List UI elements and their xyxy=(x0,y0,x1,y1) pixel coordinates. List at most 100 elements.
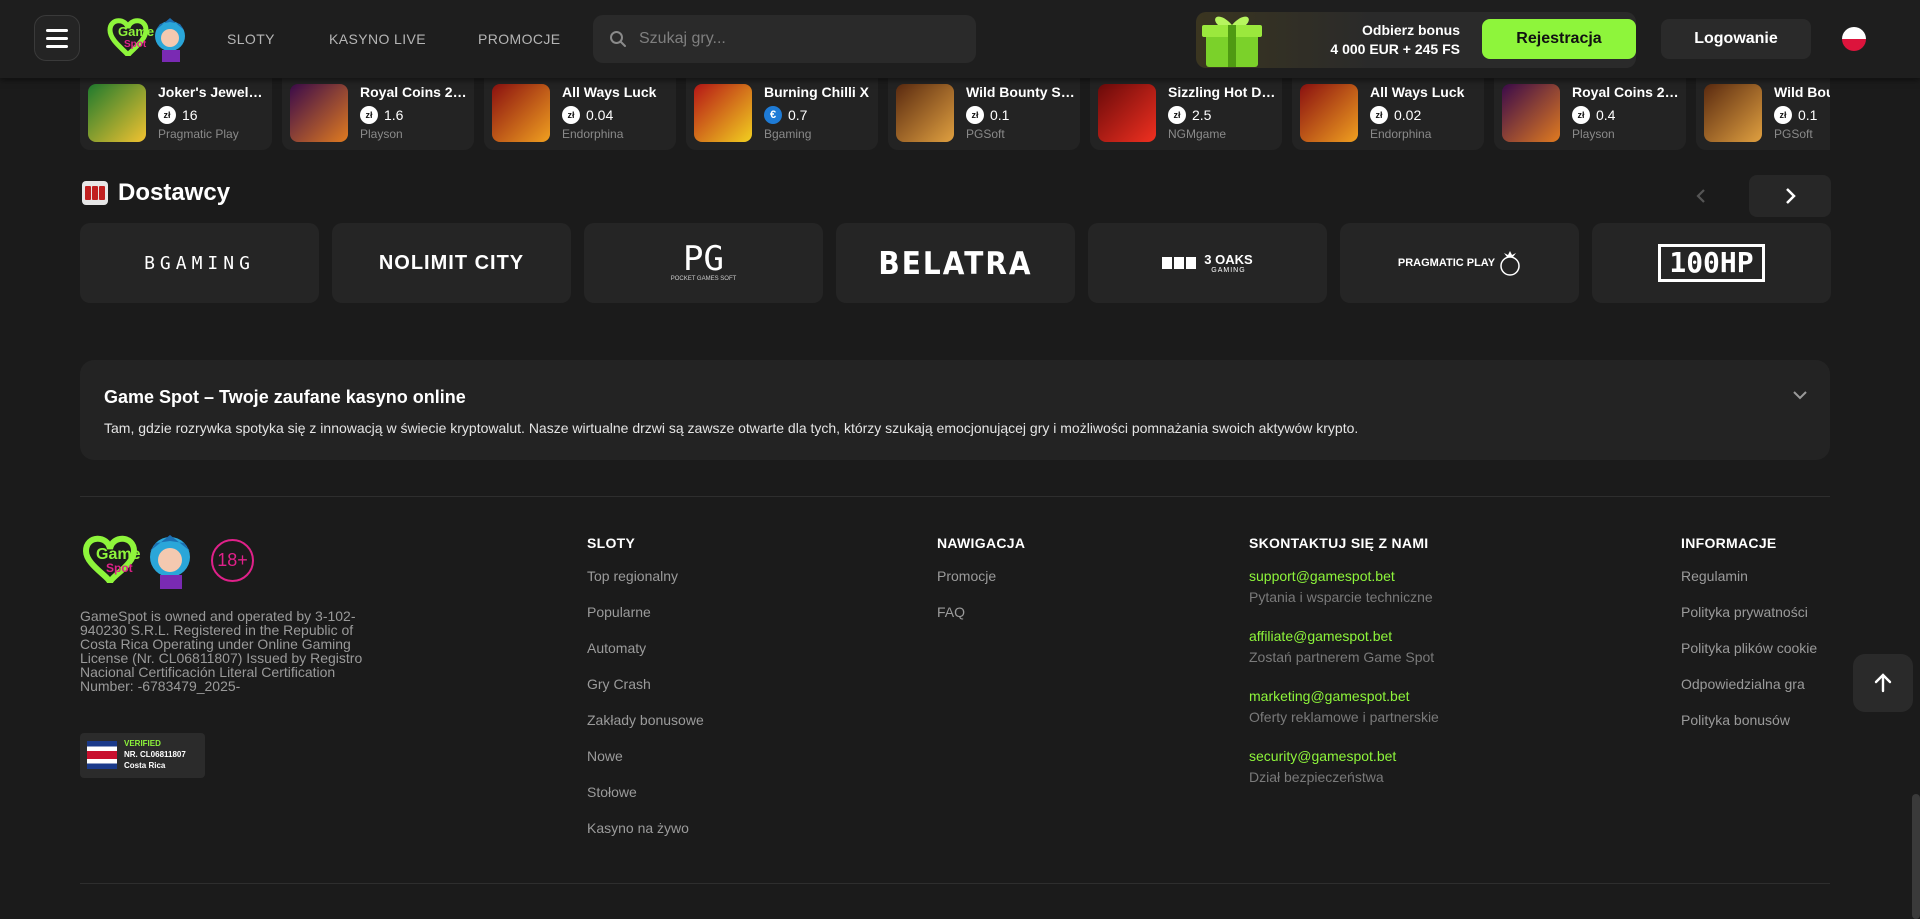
recent-game-card[interactable]: Royal Coins 2: Hold and Win zł 0.4 Playson xyxy=(1494,78,1686,150)
game-thumbnail[interactable] xyxy=(290,84,348,142)
recent-game-card[interactable]: Burning Chilli X €0.7 Bgaming xyxy=(686,78,878,150)
license-badge[interactable]: VERIFIED NR. CL06811807 Costa Rica xyxy=(80,733,205,778)
footer-col-contact: SKONTAKTUJ SIĘ Z NAMI support@gamespot.b… xyxy=(1249,535,1439,805)
marketing-email-link[interactable]: marketing@gamespot.bet xyxy=(1249,685,1439,709)
game-thumbnail[interactable] xyxy=(492,84,550,142)
affiliate-email-link[interactable]: affiliate@gamespot.bet xyxy=(1249,625,1439,649)
provider-3-oaks[interactable]: 3 OAKS GAMING xyxy=(1088,223,1327,303)
recent-game-card[interactable]: Wild Bounty Showdown zł 0.1 PGSoft xyxy=(888,78,1080,150)
footer-logo[interactable]: Game Spot xyxy=(80,531,196,591)
bet-value: 0.1 xyxy=(990,107,1010,123)
footer-link-table[interactable]: Stołowe xyxy=(587,781,704,817)
slot-machine-icon xyxy=(82,181,108,205)
age-restriction-badge: 18+ xyxy=(211,539,254,582)
game-thumbnail[interactable] xyxy=(1704,84,1762,142)
footer-link-faq[interactable]: FAQ xyxy=(937,601,1025,637)
game-name: Royal Coins 2: Hold and Win xyxy=(1572,84,1682,100)
footer-col-info: INFORMACJE Regulamin Polityka prywatnośc… xyxy=(1681,535,1817,745)
provider-nolimit-city[interactable]: NOLIMIT CITY xyxy=(332,223,571,303)
support-email-link[interactable]: support@gamespot.bet xyxy=(1249,565,1439,589)
recent-game-card[interactable]: All Ways Luck zł 0.02 Endorphina xyxy=(1292,78,1484,150)
game-name: Burning Chilli X xyxy=(764,84,869,100)
currency-icon: zł xyxy=(966,106,984,124)
footer-link-responsible[interactable]: Odpowiedzialna gra xyxy=(1681,673,1817,709)
recent-game-card[interactable]: Sizzling Hot Deluxe zł 2.5 NGMgame xyxy=(1090,78,1282,150)
scrollbar-thumb[interactable] xyxy=(1912,794,1920,919)
security-email-link[interactable]: security@gamespot.bet xyxy=(1249,745,1439,769)
footer-link-promotions[interactable]: Promocje xyxy=(937,565,1025,601)
recent-game-card[interactable]: Joker's Jewels Cash zł 16 Pragmatic Play xyxy=(80,78,272,150)
footer-link-bonus-policy[interactable]: Polityka bonusów xyxy=(1681,709,1817,745)
game-name: Royal Coins 2: Hold and Win xyxy=(360,84,470,100)
provider-100hp[interactable]: 100HP xyxy=(1592,223,1831,303)
divider xyxy=(80,883,1830,884)
menu-button[interactable] xyxy=(34,15,80,61)
3-oaks-logo-icon xyxy=(1162,257,1197,269)
search-box[interactable] xyxy=(593,15,976,63)
recent-games-strip: Joker's Jewels Cash zł 16 Pragmatic Play Roy… xyxy=(80,78,1830,152)
game-provider: Endorphina xyxy=(562,127,624,141)
scroll-to-top-button[interactable] xyxy=(1853,654,1913,712)
game-bet: zł 0.4 xyxy=(1572,106,1615,124)
game-thumbnail[interactable] xyxy=(896,84,954,142)
bet-value: 0.4 xyxy=(1596,107,1616,123)
providers-carousel: BGAMING NOLIMIT CITY PG POCKET GAMES SOF… xyxy=(80,223,1831,303)
currency-icon: zł xyxy=(1572,106,1590,124)
chevron-right-icon xyxy=(1786,188,1796,204)
footer-link-cookies[interactable]: Polityka plików cookie xyxy=(1681,637,1817,673)
search-input[interactable] xyxy=(639,30,959,48)
game-thumbnail[interactable] xyxy=(694,84,752,142)
providers-prev-button[interactable] xyxy=(1688,176,1714,216)
bet-value: 0.04 xyxy=(586,107,614,123)
game-thumbnail[interactable] xyxy=(1502,84,1560,142)
game-name: All Ways Luck xyxy=(562,84,657,100)
footer-link-top-regional[interactable]: Top regionalny xyxy=(587,565,704,601)
nav-promotions[interactable]: PROMOCJE xyxy=(478,0,561,78)
provider-pg-soft[interactable]: PG POCKET GAMES SOFT xyxy=(584,223,823,303)
recent-game-card[interactable]: All Ways Luck zł 0.04 Endorphina xyxy=(484,78,676,150)
provider-belatra[interactable]: BELATRA xyxy=(836,223,1075,303)
currency-icon: zł xyxy=(1774,106,1792,124)
currency-icon: € xyxy=(764,106,782,124)
footer-link-new[interactable]: Nowe xyxy=(587,745,704,781)
login-button[interactable]: Logowanie xyxy=(1661,19,1811,59)
game-provider: NGMgame xyxy=(1168,127,1227,141)
game-thumbnail[interactable] xyxy=(1300,84,1358,142)
search-icon xyxy=(610,31,626,47)
game-bet: zł 0.1 xyxy=(1774,106,1817,124)
divider xyxy=(80,496,1830,497)
svg-text:Spot: Spot xyxy=(124,39,147,50)
nav-live-casino[interactable]: KASYNO LIVE xyxy=(329,0,426,78)
chevron-down-icon[interactable] xyxy=(1792,390,1808,400)
providers-next-button[interactable] xyxy=(1749,175,1831,217)
recent-game-card[interactable]: Royal Coins 2: Hold and Win zł 1.6 Playson xyxy=(282,78,474,150)
nav-slots[interactable]: SLOTY xyxy=(227,0,275,78)
footer-col-title: NAWIGACJA xyxy=(937,535,1026,551)
register-button[interactable]: Rejestracja xyxy=(1482,19,1636,59)
footer-link-terms[interactable]: Regulamin xyxy=(1681,565,1817,601)
recent-game-card[interactable]: Wild Bounty Showdown zł 0.1 PGSoft xyxy=(1696,78,1830,150)
svg-text:Game: Game xyxy=(118,24,154,39)
seo-title: Game Spot – Twoje zaufane kasyno online xyxy=(104,387,466,407)
provider-bgaming[interactable]: BGAMING xyxy=(80,223,319,303)
providers-title: Dostawcy xyxy=(82,179,230,207)
footer-link-popular[interactable]: Popularne xyxy=(587,601,704,637)
game-provider: Endorphina xyxy=(1370,127,1432,141)
footer-link-privacy[interactable]: Polityka prywatności xyxy=(1681,601,1817,637)
gift-icon xyxy=(1202,16,1262,67)
poland-flag-icon[interactable] xyxy=(1842,27,1866,51)
footer-link-live[interactable]: Kasyno na żywo xyxy=(587,817,704,853)
game-thumbnail[interactable] xyxy=(1098,84,1156,142)
footer-link-slots[interactable]: Automaty xyxy=(587,637,704,673)
footer-link-crash[interactable]: Gry Crash xyxy=(587,673,704,709)
game-name: Wild Bounty Showdown xyxy=(1774,84,1830,100)
gamespot-logo[interactable]: Game Spot xyxy=(104,14,190,64)
pragmatic-play-icon xyxy=(1500,251,1520,276)
game-thumbnail[interactable] xyxy=(88,84,146,142)
bonus-line-1: Odbierz bonus xyxy=(1362,22,1460,38)
footer-link-bonus-bets[interactable]: Zakłady bonusowe xyxy=(587,709,704,745)
game-name: Joker's Jewels Cash xyxy=(158,84,268,100)
currency-icon: zł xyxy=(1168,106,1186,124)
game-provider: PGSoft xyxy=(966,127,1005,141)
provider-pragmatic-play[interactable]: PRAGMATIC PLAY xyxy=(1340,223,1579,303)
